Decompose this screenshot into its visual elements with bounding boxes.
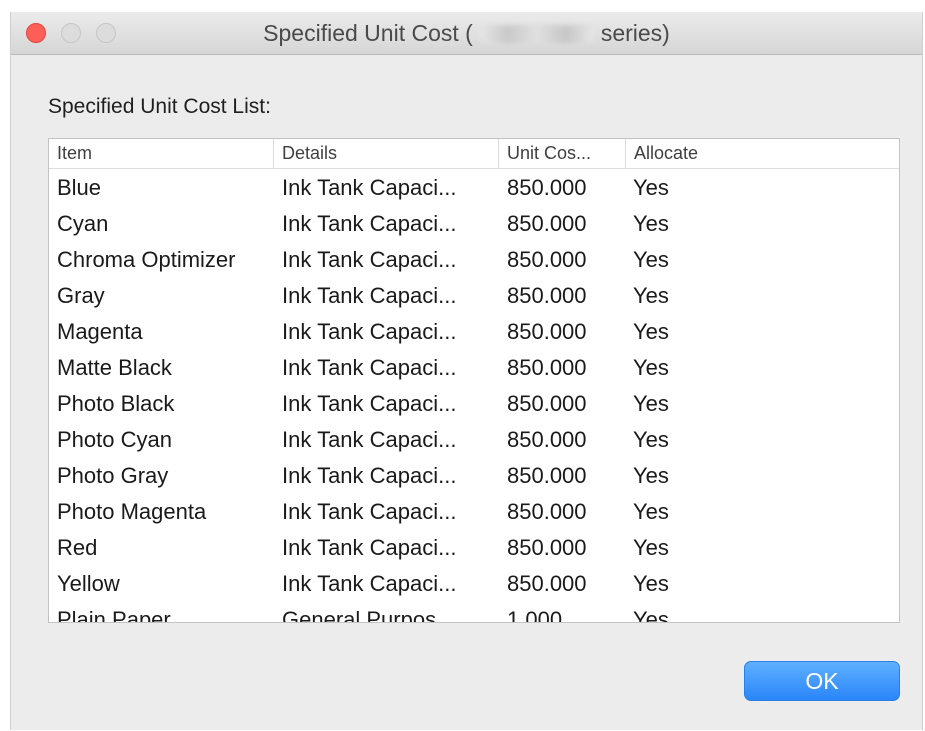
cell-allocate: Yes <box>633 283 669 308</box>
cell-unit-cost: 850.000 <box>507 463 587 488</box>
cell-allocate: Yes <box>633 427 669 452</box>
cell-item: Photo Black <box>57 391 175 416</box>
cell-details: Ink Tank Capaci... <box>282 283 457 308</box>
cell-allocate: Yes <box>633 499 669 524</box>
cell-unit-cost: 850.000 <box>507 535 587 560</box>
cell-item: Matte Black <box>57 355 172 380</box>
cell-allocate: Yes <box>633 247 669 272</box>
cell-details: Ink Tank Capaci... <box>282 535 457 560</box>
table-row[interactable]: Gray Ink Tank Capaci... 850.000 Yes <box>49 278 899 314</box>
table-row[interactable]: Cyan Ink Tank Capaci... 850.000 Yes <box>49 206 899 242</box>
column-header-allocate[interactable]: Allocate <box>625 139 899 168</box>
table-body: Blue Ink Tank Capaci... 850.000 Yes Cyan… <box>49 170 899 623</box>
cell-unit-cost: 850.000 <box>507 355 587 380</box>
list-heading: Specified Unit Cost List: <box>48 95 271 118</box>
cell-details: Ink Tank Capaci... <box>282 571 457 596</box>
cell-allocate: Yes <box>633 391 669 416</box>
cell-allocate: Yes <box>633 355 669 380</box>
cell-details: Ink Tank Capaci... <box>282 175 457 200</box>
cell-details: Ink Tank Capaci... <box>282 391 457 416</box>
cell-item: Yellow <box>57 571 120 596</box>
cell-details: Ink Tank Capaci... <box>282 211 457 236</box>
window-title-suffix: series) <box>600 20 670 46</box>
cell-item: Photo Gray <box>57 463 169 488</box>
cell-details: General Purpos... <box>282 607 455 623</box>
table-row[interactable]: Matte Black Ink Tank Capaci... 850.000 Y… <box>49 350 899 386</box>
cell-unit-cost: 850.000 <box>507 427 587 452</box>
table-row[interactable]: Red Ink Tank Capaci... 850.000 Yes <box>49 530 899 566</box>
cell-allocate: Yes <box>633 571 669 596</box>
unit-cost-table[interactable]: Item Details Unit Cos... Allocate Blue I… <box>48 138 900 623</box>
table-row[interactable]: Magenta Ink Tank Capaci... 850.000 Yes <box>49 314 899 350</box>
cell-allocate: Yes <box>633 463 669 488</box>
cell-details: Ink Tank Capaci... <box>282 319 457 344</box>
cell-allocate: Yes <box>633 607 669 623</box>
title-bar[interactable]: Specified Unit Cost ( series) <box>11 12 922 55</box>
cell-details: Ink Tank Capaci... <box>282 427 457 452</box>
table-row[interactable]: Photo Magenta Ink Tank Capaci... 850.000… <box>49 494 899 530</box>
cell-details: Ink Tank Capaci... <box>282 463 457 488</box>
table-header: Item Details Unit Cos... Allocate <box>49 139 899 169</box>
cell-item: Photo Magenta <box>57 499 207 524</box>
table-row[interactable]: Photo Gray Ink Tank Capaci... 850.000 Ye… <box>49 458 899 494</box>
table-row[interactable]: Photo Cyan Ink Tank Capaci... 850.000 Ye… <box>49 422 899 458</box>
cell-unit-cost: 850.000 <box>507 319 587 344</box>
cell-item: Cyan <box>57 211 109 236</box>
cell-allocate: Yes <box>633 175 669 200</box>
cell-unit-cost: 1.000 <box>507 607 563 623</box>
cell-unit-cost: 850.000 <box>507 175 587 200</box>
table-row[interactable]: Yellow Ink Tank Capaci... 850.000 Yes <box>49 566 899 602</box>
ok-button[interactable]: OK <box>744 661 900 701</box>
cell-unit-cost: 850.000 <box>507 283 587 308</box>
cell-unit-cost: 850.000 <box>507 391 587 416</box>
cell-unit-cost: 850.000 <box>507 247 587 272</box>
cell-item: Chroma Optimizer <box>57 247 236 272</box>
cell-item: Blue <box>57 175 102 200</box>
cell-details: Ink Tank Capaci... <box>282 355 457 380</box>
column-header-details[interactable]: Details <box>273 139 498 168</box>
table-row[interactable]: Photo Black Ink Tank Capaci... 850.000 Y… <box>49 386 899 422</box>
cell-item: Gray <box>57 283 105 308</box>
column-header-item[interactable]: Item <box>49 139 273 168</box>
table-row[interactable]: Chroma Optimizer Ink Tank Capaci... 850.… <box>49 242 899 278</box>
cell-allocate: Yes <box>633 211 669 236</box>
cell-allocate: Yes <box>633 319 669 344</box>
table-row[interactable]: Blue Ink Tank Capaci... 850.000 Yes <box>49 170 899 206</box>
table-row[interactable]: Plain Paper General Purpos... 1.000 Yes <box>49 602 899 623</box>
column-header-unit-cost[interactable]: Unit Cos... <box>498 139 625 168</box>
cell-details: Ink Tank Capaci... <box>282 247 457 272</box>
cell-allocate: Yes <box>633 535 669 560</box>
cell-item: Magenta <box>57 319 143 344</box>
cell-unit-cost: 850.000 <box>507 211 587 236</box>
cell-details: Ink Tank Capaci... <box>282 499 457 524</box>
cell-item: Plain Paper <box>57 607 171 623</box>
cell-unit-cost: 850.000 <box>507 499 587 524</box>
window-title: Specified Unit Cost ( series) <box>11 19 922 47</box>
cell-item: Red <box>57 535 98 560</box>
dialog-window: Specified Unit Cost ( series) Specified U… <box>10 12 923 730</box>
redacted-model-name <box>478 25 595 43</box>
cell-item: Photo Cyan <box>57 427 172 452</box>
window-title-prefix: Specified Unit Cost ( <box>263 20 473 46</box>
cell-unit-cost: 850.000 <box>507 571 587 596</box>
